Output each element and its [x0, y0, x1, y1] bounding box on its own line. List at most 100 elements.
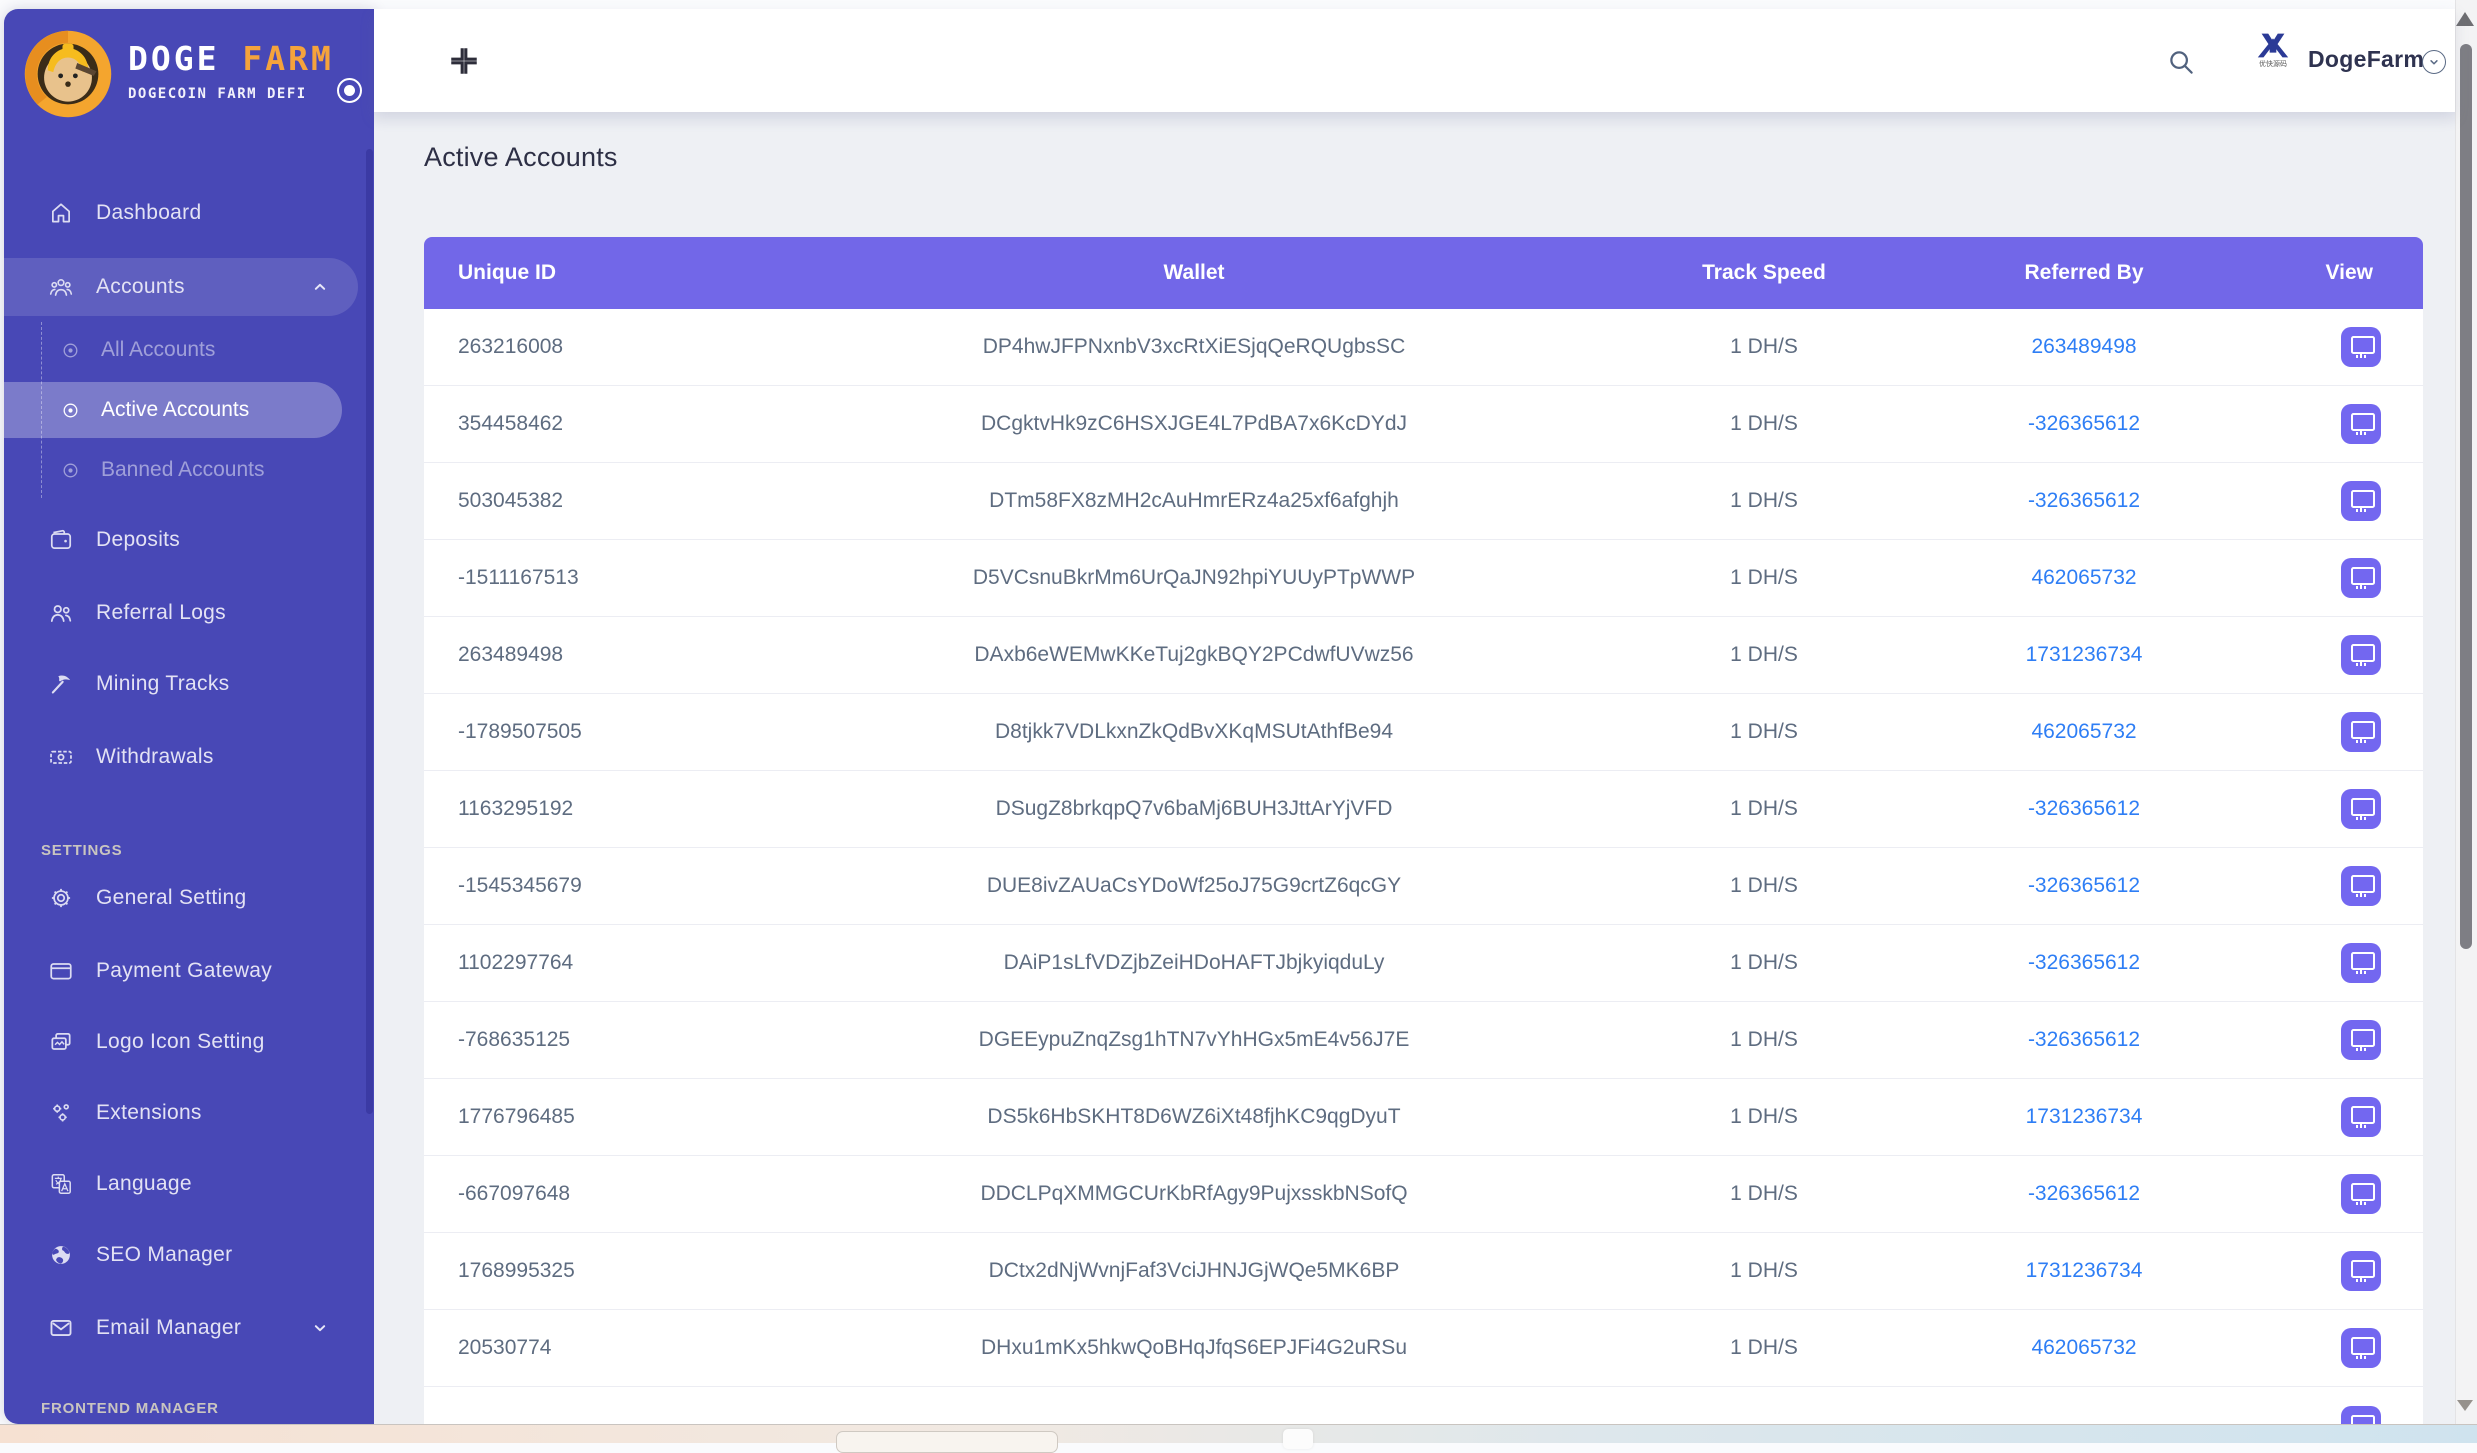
view-button[interactable] [2341, 1174, 2381, 1214]
sidebar-item-logo-icon-setting[interactable]: Logo Icon Setting [4, 1014, 358, 1070]
scroll-up-arrow-icon [2456, 12, 2474, 26]
radio-circle-icon [63, 403, 78, 417]
referred-by-link[interactable]: 462065732 [2031, 720, 2136, 743]
table-row: 1163295192 DSugZ8brkqpQ7v6baMj6BUH3JttAr… [424, 771, 2423, 848]
sidebar-item-deposits[interactable]: Deposits [4, 512, 358, 568]
sidebar-item-active-accounts[interactable]: Active Accounts [4, 382, 342, 438]
sidebar-collapse-button[interactable] [446, 43, 482, 79]
doge-logo [24, 30, 112, 118]
referred-by-link[interactable]: 263489498 [2031, 335, 2136, 358]
sidebar-item-language[interactable]: Language [4, 1156, 358, 1212]
sidebar-item-extensions[interactable]: Extensions [4, 1085, 358, 1141]
search-icon [2170, 51, 2193, 74]
user-menu-chevron[interactable] [2422, 50, 2446, 74]
pickaxe-icon [51, 675, 71, 694]
table-row: -1789507505 D8tjkk7VDLkxnZkQdBvXKqMSUtAt… [424, 694, 2423, 771]
sidebar-item-general-setting[interactable]: General Setting [4, 870, 358, 926]
view-button[interactable] [2341, 404, 2381, 444]
radio-circle-icon [63, 343, 78, 357]
cell-unique-id: -1511167513 [458, 566, 579, 589]
table-row: -667097648 DDCLPqXMMGCUrKbRfAgy9Pujxsskb… [424, 1156, 2423, 1233]
referred-by-link[interactable]: -326365612 [2028, 951, 2140, 974]
referred-by-link[interactable]: 1731236734 [2026, 1259, 2143, 1282]
translate-icon [51, 1174, 71, 1194]
cell-wallet: DAxb6eWEMwKKeTuj2gkBQY2PCdwfUVwz56 [974, 643, 1414, 666]
view-button[interactable] [2341, 327, 2381, 367]
cell-unique-id: 20530774 [458, 1336, 552, 1359]
brand-tagline: DOGECOIN FARM DEFI [128, 86, 307, 102]
view-button[interactable] [2341, 481, 2381, 521]
view-button[interactable] [2341, 558, 2381, 598]
referred-by-link[interactable]: 462065732 [2031, 1336, 2136, 1359]
referred-by-link[interactable]: 462065732 [2031, 566, 2136, 589]
sidebar-item-payment-gateway[interactable]: Payment Gateway [4, 943, 358, 999]
cell-unique-id: 503045382 [458, 489, 564, 512]
user-avatar[interactable]: 优快源码 [2250, 31, 2296, 89]
cell-unique-id: 1163295192 [458, 797, 574, 820]
cell-wallet: DUE8ivZAUaCsYDoWf25oJ75G9crtZ6qcGY [986, 874, 1402, 897]
referred-by-link[interactable]: -326365612 [2028, 797, 2140, 820]
view-button[interactable] [2341, 1251, 2381, 1291]
view-button[interactable] [2341, 1097, 2381, 1137]
table-row-partial [424, 1387, 2423, 1424]
referred-by-link[interactable]: -326365612 [2028, 412, 2140, 435]
view-button[interactable] [2341, 866, 2381, 906]
table-row: 1768995325 DCtx2dNjWvnjFaf3VciJHNJGjWQe5… [424, 1233, 2423, 1310]
sidebar-item-dashboard[interactable]: Dashboard [4, 185, 358, 241]
view-button[interactable] [2341, 1020, 2381, 1060]
table-row: 20530774 DHxu1mKx5hkwQoBHqJfqS6EPJFi4G2u… [424, 1310, 2423, 1387]
referred-by-link[interactable]: 1731236734 [2026, 1105, 2143, 1128]
table-header-row: Unique ID Wallet Track Speed Referred By… [424, 237, 2423, 309]
view-button[interactable] [2341, 943, 2381, 983]
sidebar-label: Language [96, 1172, 192, 1195]
user-menu-label[interactable]: DogeFarm [2308, 46, 2424, 73]
globe-icon [52, 1246, 70, 1264]
sidebar-item-banned-accounts[interactable]: Banned Accounts [4, 442, 342, 498]
cell-wallet: DSugZ8brkqpQ7v6baMj6BUH3JttArYjVFD [995, 797, 1393, 820]
sidebar-item-all-accounts[interactable]: All Accounts [4, 322, 342, 378]
cell-unique-id: 1102297764 [458, 951, 574, 974]
sidebar: DOGE FARM DOGECOIN FARM DEFI Dashboard A… [4, 9, 374, 1424]
page-scrollbar-track[interactable] [2455, 0, 2477, 1424]
credit-card-icon [50, 963, 72, 980]
view-button[interactable] [2341, 1405, 2381, 1424]
cell-unique-id: 263216008 [458, 335, 564, 358]
view-button[interactable] [2341, 1328, 2381, 1368]
sidebar-scrollbar-thumb[interactable] [366, 149, 373, 1114]
cell-wallet: DS5k6HbSKHT8D6WZ6iXt48fjhKC9qgDyuT [987, 1105, 1401, 1128]
main-area: 优快源码 DogeFarm Active Accounts Unique ID … [374, 9, 2455, 1424]
sidebar-label: Active Accounts [101, 398, 250, 421]
column-header-view: View [2325, 261, 2373, 284]
referred-by-link[interactable]: -326365612 [2028, 874, 2140, 897]
cell-wallet: DAiP1sLfVDZjbZeiHDoHAFTJbjkyiqduLy [1003, 951, 1385, 974]
cell-unique-id: -667097648 [458, 1182, 571, 1205]
view-button[interactable] [2341, 712, 2381, 752]
sidebar-item-email-manager[interactable]: Email Manager [4, 1300, 358, 1356]
referred-by-link[interactable]: -326365612 [2028, 1182, 2140, 1205]
chevron-down-icon [314, 1325, 326, 1332]
search-button[interactable] [2166, 47, 2196, 77]
banknote-icon [50, 750, 72, 764]
referred-by-link[interactable]: -326365612 [2028, 489, 2140, 512]
cell-track-speed: 1 DH/S [1730, 1182, 1798, 1205]
table-row: -768635125 DGEEypuZnqZsg1hTN7vYhHGx5mE4v… [424, 1002, 2423, 1079]
sidebar-item-accounts[interactable]: Accounts [4, 258, 358, 316]
view-button[interactable] [2341, 635, 2381, 675]
sidebar-label: Mining Tracks [96, 672, 230, 695]
sidebar-pin-toggle[interactable] [337, 78, 362, 103]
cell-unique-id: 263489498 [458, 643, 564, 666]
cell-wallet: DDCLPqXMMGCUrKbRfAgy9PujxsskbNSofQ [980, 1182, 1408, 1205]
cell-track-speed: 1 DH/S [1730, 797, 1798, 820]
page-scrollbar-thumb[interactable] [2460, 44, 2472, 949]
images-icon [51, 1033, 71, 1050]
referred-by-link[interactable]: 1731236734 [2026, 643, 2143, 666]
sidebar-item-withdrawals[interactable]: Withdrawals [4, 729, 358, 785]
cell-track-speed: 1 DH/S [1730, 489, 1798, 512]
sidebar-item-mining-tracks[interactable]: Mining Tracks [4, 656, 358, 712]
sidebar-item-referral-logs[interactable]: Referral Logs [4, 585, 358, 641]
referred-by-link[interactable]: -326365612 [2028, 1028, 2140, 1051]
gear-icon [51, 888, 71, 908]
cell-unique-id: 1776796485 [458, 1105, 575, 1128]
view-button[interactable] [2341, 789, 2381, 829]
sidebar-item-seo-manager[interactable]: SEO Manager [4, 1227, 358, 1283]
